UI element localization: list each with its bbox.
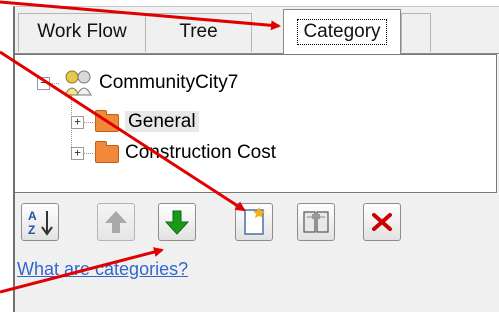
tab-category-label: Category — [297, 19, 387, 45]
book-icon — [303, 211, 329, 233]
svg-text:Z: Z — [28, 223, 35, 237]
project-icon — [64, 70, 92, 96]
tree-node-general-label: General — [125, 111, 199, 132]
sort-az-button[interactable]: A Z — [21, 203, 59, 241]
tree-node-construction-cost[interactable]: Construction Cost — [125, 140, 276, 166]
category-panel: Work Flow Tree Category − CommunityCity7… — [13, 6, 499, 312]
folder-icon — [95, 141, 119, 163]
tree-connector — [83, 153, 93, 154]
delete-button[interactable] — [363, 203, 401, 241]
category-toolbar: A Z — [15, 203, 499, 248]
folder-icon — [95, 110, 119, 132]
category-tree[interactable]: − CommunityCity7 + General + Constructio… — [15, 54, 497, 193]
new-document-icon — [244, 207, 265, 235]
tree-connector — [83, 122, 93, 123]
arrow-up-icon — [105, 211, 127, 233]
tab-strip: Work Flow Tree Category — [15, 7, 499, 55]
tree-node-root[interactable]: CommunityCity7 — [99, 70, 238, 96]
tab-work-flow-label: Work Flow — [37, 21, 127, 42]
red-x-icon — [372, 213, 392, 231]
tree-node-root-label: CommunityCity7 — [99, 72, 239, 93]
svg-text:A: A — [28, 209, 37, 223]
tree-node-general[interactable]: General — [125, 109, 199, 135]
tab-category[interactable]: Category — [283, 9, 401, 54]
tab-tree[interactable]: Tree — [145, 13, 252, 52]
sort-az-icon: A Z — [28, 209, 53, 237]
tree-connector — [49, 83, 59, 84]
tree-node-construction-cost-label: Construction Cost — [125, 142, 277, 163]
arrow-down-icon — [164, 210, 190, 235]
tab-work-flow[interactable]: Work Flow — [18, 13, 146, 52]
move-down-button[interactable] — [158, 203, 196, 241]
move-up-button[interactable] — [97, 203, 135, 241]
tab-overflow-space — [401, 13, 431, 52]
tab-tree-label: Tree — [179, 21, 218, 42]
what-are-categories-link[interactable]: What are categories? — [17, 259, 188, 280]
new-category-button[interactable] — [235, 203, 273, 241]
edit-category-button[interactable] — [297, 203, 335, 241]
